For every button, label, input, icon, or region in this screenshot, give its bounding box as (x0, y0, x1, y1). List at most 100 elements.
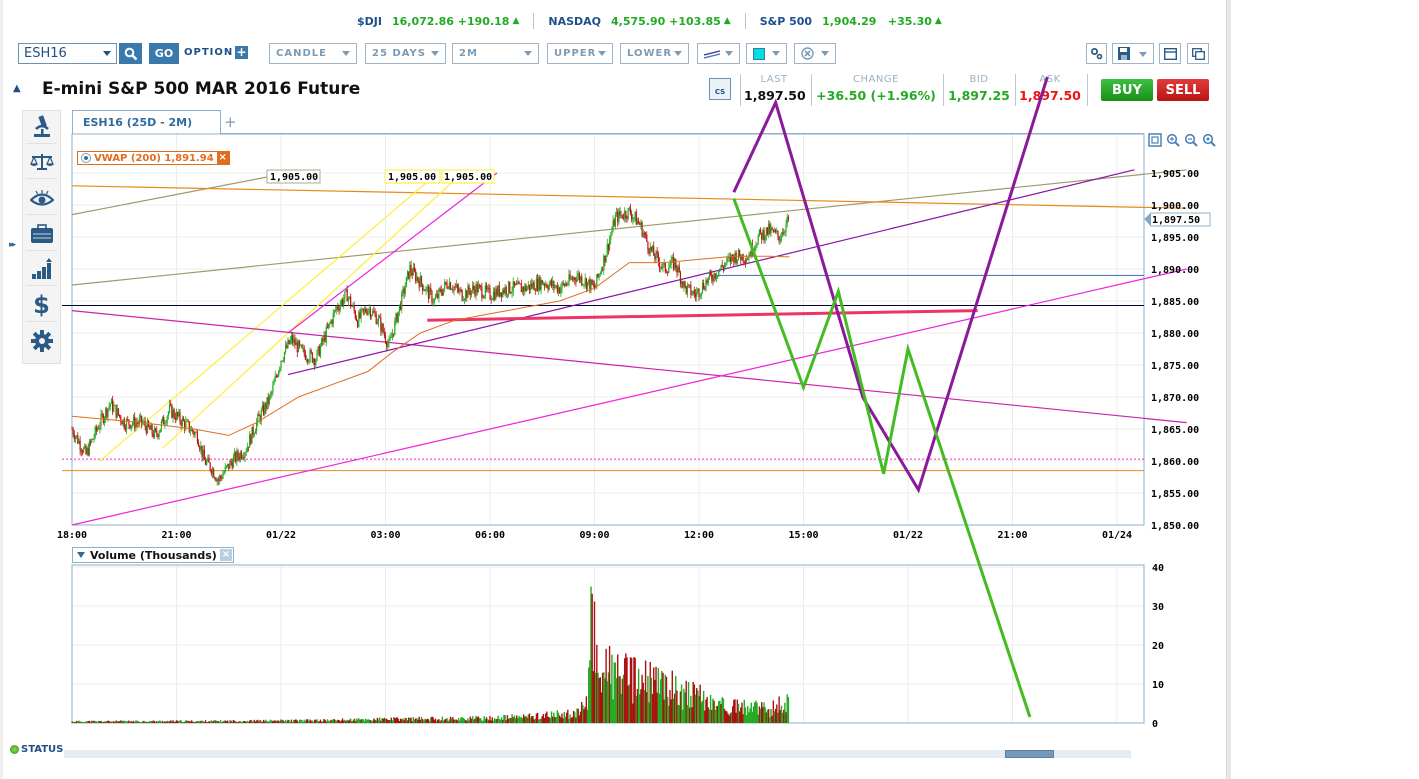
chart-scrollbar[interactable] (64, 750, 1131, 758)
candle-body (585, 278, 587, 289)
candle-body (448, 282, 450, 289)
price-tick-label: 1,885.00 (1151, 297, 1199, 308)
status-indicator[interactable]: STATUS (10, 744, 63, 755)
candle-body (355, 318, 358, 321)
candle-body (343, 299, 345, 305)
horizontal-lines (62, 274, 1144, 472)
candle-body (175, 412, 178, 420)
candle-body (729, 256, 731, 262)
candle-body (758, 229, 760, 236)
close-icon[interactable]: × (220, 549, 232, 561)
candle-body (333, 310, 336, 313)
candle-body (449, 282, 452, 290)
candle-body (712, 279, 714, 282)
candle-body (649, 246, 651, 254)
vwap-indicator-legend[interactable]: VWAP (200) 1,891.94 × (77, 151, 230, 165)
candle-body (671, 257, 673, 259)
candle-body (640, 222, 642, 225)
candle-body (771, 227, 773, 230)
candle-body (777, 230, 779, 237)
candle-body (166, 416, 168, 423)
candle-body (73, 434, 75, 440)
candle-body (222, 474, 224, 479)
candle-body (173, 409, 175, 418)
scrollbar-thumb[interactable] (1005, 750, 1054, 758)
candle-body (278, 370, 280, 377)
candle-body (655, 251, 657, 260)
candle-body (412, 267, 414, 276)
candle-body (178, 411, 180, 417)
candle-body (367, 309, 369, 315)
candle-body (473, 285, 475, 290)
candle-body (566, 283, 568, 285)
candle-body (403, 288, 405, 294)
candle-body (644, 234, 647, 236)
candle-body (419, 276, 421, 288)
candle-body (759, 229, 762, 233)
price-tick-label: 1,905.00 (1151, 169, 1199, 180)
candle-body (516, 283, 518, 285)
candle-body (459, 289, 461, 292)
collapse-icon[interactable] (77, 552, 85, 558)
candle-body (288, 340, 290, 344)
price-flag[interactable]: 1,905.00 (266, 169, 321, 184)
candle-body (96, 428, 99, 431)
candle-body (374, 312, 376, 315)
candle-body (242, 457, 244, 459)
candle-body (324, 334, 326, 342)
candle-body (668, 267, 670, 273)
candle-body (481, 286, 483, 298)
candle-body (471, 285, 474, 291)
candle-body (736, 259, 738, 264)
candle-body (721, 264, 723, 267)
candle-body (411, 272, 413, 276)
close-icon[interactable]: × (216, 152, 229, 164)
candle-body (680, 281, 683, 284)
candle-body (128, 419, 130, 425)
candle-body (381, 324, 383, 332)
candle-body (642, 233, 644, 237)
candle-body (418, 280, 420, 288)
candle-body (683, 281, 685, 288)
candle-body (691, 294, 693, 295)
candle-body (611, 230, 613, 235)
candle-body (352, 305, 354, 307)
candle-body (629, 207, 632, 215)
price-flag-text: 1,905.00 (388, 172, 436, 183)
candle-body (706, 280, 708, 283)
price-flag[interactable]: 1,905.00 (384, 169, 441, 184)
candle-body (206, 461, 208, 465)
candle-body (756, 244, 758, 247)
candle-body (261, 405, 264, 411)
price-chart[interactable]: 1,905.00 1,900.00 1,895.00 1,890.00 1,885.00… (0, 0, 1419, 779)
candle-body (582, 284, 584, 286)
candle-body (298, 341, 301, 346)
candle-body (207, 457, 209, 462)
indicator-radio[interactable] (81, 153, 91, 163)
candle-body (297, 341, 300, 353)
candle-body (268, 395, 270, 404)
price-tick-label: 1,890.00 (1151, 265, 1199, 276)
candle-body (107, 408, 109, 417)
candle-body (514, 283, 517, 286)
candle-body (423, 290, 425, 292)
candle-body (597, 274, 599, 278)
candle-body (575, 280, 577, 282)
candle-body (552, 281, 554, 287)
candle-body (105, 408, 107, 419)
candle-body (236, 451, 238, 462)
candle-body (621, 214, 623, 218)
candle-body (491, 299, 493, 301)
candle-body (598, 274, 600, 278)
candle-body (189, 431, 192, 432)
candle-body (748, 254, 750, 260)
candle-body (410, 265, 412, 273)
candle-body (266, 397, 268, 410)
price-flag[interactable]: 1,905.00 (441, 169, 495, 184)
candle-body (91, 439, 93, 443)
candle-body (211, 469, 214, 474)
candle-body (287, 340, 289, 348)
candle-body (238, 456, 240, 460)
candle-body (492, 291, 495, 300)
candle-body (304, 353, 306, 360)
